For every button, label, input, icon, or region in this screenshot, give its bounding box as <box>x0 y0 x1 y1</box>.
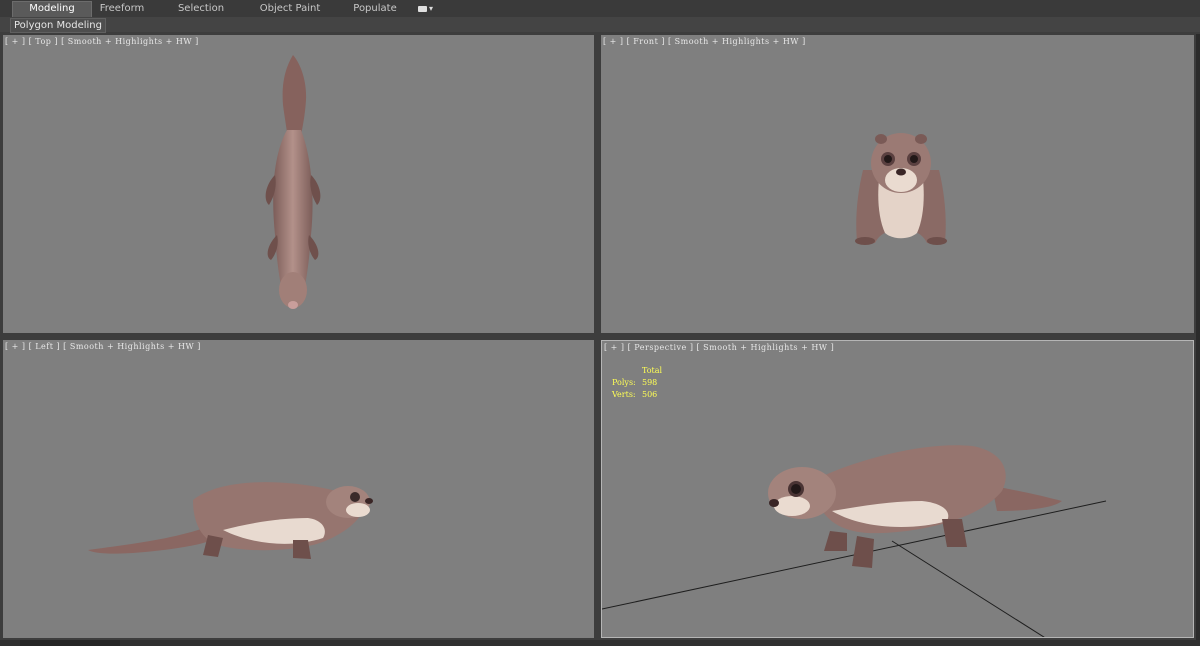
chevron-down-icon: ▾ <box>429 4 434 13</box>
ribbon-tab-bar: Modeling Freeform Selection Object Paint… <box>0 0 1200 18</box>
viewport-front[interactable]: [ + ] [ Front ] [ Smooth + Highlights + … <box>601 35 1194 333</box>
tab-object-paint[interactable]: Object Paint <box>252 2 328 16</box>
polygon-modeling-panel[interactable]: Polygon Modeling <box>10 18 106 33</box>
ribbon-options-dropdown[interactable]: ▾ <box>418 3 440 15</box>
status-slot <box>20 640 120 646</box>
tab-modeling[interactable]: Modeling <box>12 1 92 17</box>
viewport-top[interactable]: [ + ] [ Top ] [ Smooth + Highlights + HW… <box>3 35 594 333</box>
status-bar <box>0 640 1200 646</box>
tab-populate[interactable]: Populate <box>346 2 404 16</box>
tab-freeform[interactable]: Freeform <box>92 2 152 16</box>
grid-line <box>891 540 1045 637</box>
viewport-perspective[interactable]: [ + ] [ Perspective ] [ Smooth + Highlig… <box>601 340 1194 638</box>
ribbon-panel-bar: Polygon Modeling <box>0 17 1200 33</box>
tab-selection[interactable]: Selection <box>170 2 232 16</box>
otter-top-view <box>265 55 321 309</box>
otter-front-view <box>855 133 947 245</box>
right-side-strip <box>1196 34 1200 646</box>
camera-dropdown-icon <box>418 5 427 12</box>
otter-left-view <box>88 482 373 559</box>
otter-perspective-view <box>602 445 1107 637</box>
viewport-left[interactable]: [ + ] [ Left ] [ Smooth + Highlights + H… <box>3 340 594 638</box>
